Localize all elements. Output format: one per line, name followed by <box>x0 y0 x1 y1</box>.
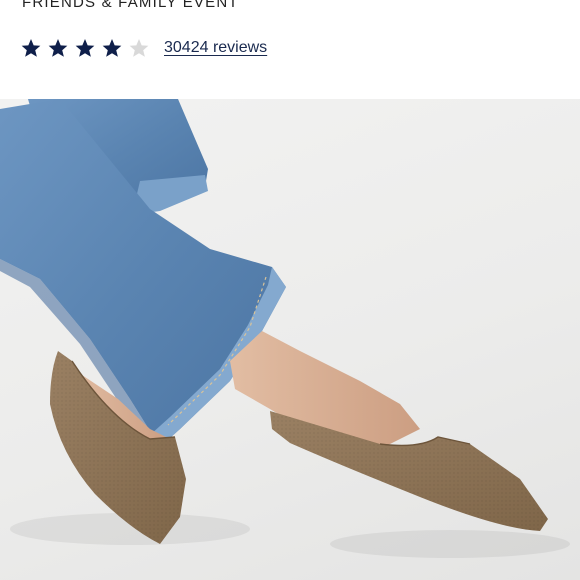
product-rating[interactable]: 30424 reviews <box>20 36 267 60</box>
star-icon <box>128 37 150 59</box>
star-icon <box>74 37 96 59</box>
star-icon <box>101 37 123 59</box>
product-image[interactable] <box>0 99 580 580</box>
promo-banner-text: FRIENDS & FAMILY EVENT <box>22 0 239 11</box>
star-icon <box>47 37 69 59</box>
star-icon <box>20 37 42 59</box>
reviews-link[interactable]: 30424 reviews <box>164 39 267 57</box>
product-photo-illustration <box>0 99 570 558</box>
